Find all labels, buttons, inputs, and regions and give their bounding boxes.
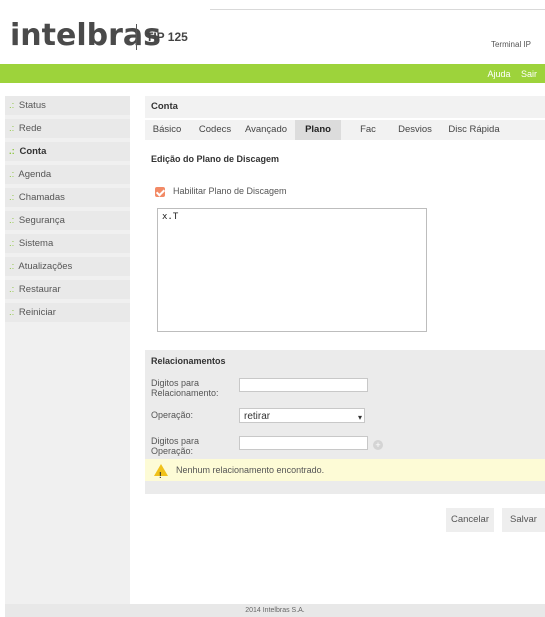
- chevron-down-icon: ▾: [357, 413, 362, 422]
- sidebar-item-label: Atualizações: [18, 261, 73, 272]
- sidebar-item-status[interactable]: .: Status: [5, 96, 130, 115]
- sidebar-item-label: Reiniciar: [18, 307, 56, 318]
- sidebar-item-agenda[interactable]: .: Agenda: [5, 165, 130, 184]
- tab-avancado[interactable]: Avançado: [241, 120, 291, 140]
- sidebar: .: Status .: Rede .: Conta .: Agenda .: …: [5, 96, 130, 604]
- sidebar-item-label: Sistema: [18, 238, 54, 249]
- enable-dial-plan-label: Habilitar Plano de Discagem: [173, 186, 287, 196]
- top-border-line: [210, 9, 545, 10]
- operation-digits-label: Digitos para Operação:: [151, 436, 200, 456]
- tab-disc-rapida[interactable]: Disc Rápida: [445, 120, 503, 140]
- relation-digits-label: Digitos para Relacionamento:: [151, 378, 219, 398]
- tab-fac[interactable]: Fac: [355, 120, 381, 140]
- relation-digits-input[interactable]: [239, 378, 368, 392]
- sidebar-bullet: .:: [9, 169, 15, 180]
- sidebar-item-seguranca[interactable]: .: Segurança: [5, 211, 130, 230]
- intelbras-logo: intelbras: [10, 18, 161, 53]
- sidebar-item-label: Chamadas: [18, 192, 65, 203]
- sidebar-item-sistema[interactable]: .: Sistema: [5, 234, 130, 253]
- operation-select-value: retirar: [244, 411, 271, 422]
- sidebar-bullet: .:: [9, 100, 15, 111]
- sidebar-bullet: .:: [9, 238, 15, 249]
- sidebar-item-label: Conta: [19, 146, 47, 157]
- sidebar-item-reiniciar[interactable]: .: Reiniciar: [5, 303, 130, 322]
- enable-dial-plan-checkbox[interactable]: [155, 186, 165, 197]
- dial-plan-textarea[interactable]: x.T: [157, 208, 427, 332]
- save-button[interactable]: Salvar: [502, 508, 545, 532]
- sidebar-bullet: .:: [9, 215, 15, 226]
- operation-label: Operação:: [151, 410, 194, 420]
- sidebar-item-rede[interactable]: .: Rede: [5, 119, 130, 138]
- sidebar-bullet: .:: [9, 284, 15, 295]
- sidebar-item-label: Rede: [18, 123, 42, 134]
- sidebar-bullet: .:: [9, 307, 15, 318]
- main-content: Conta Básico Codecs Avançado Plano Fac D…: [145, 96, 545, 494]
- sidebar-bullet: .:: [9, 261, 15, 272]
- sidebar-item-chamadas[interactable]: .: Chamadas: [5, 188, 130, 207]
- tab-basico[interactable]: Básico: [149, 120, 185, 140]
- warning-text: Nenhum relacionamento encontrado.: [176, 465, 325, 475]
- tab-desvios[interactable]: Desvios: [395, 120, 435, 140]
- tab-codecs[interactable]: Codecs: [197, 120, 233, 140]
- sidebar-item-atualizacoes[interactable]: .: Atualizações: [5, 257, 130, 276]
- model-name: TIP 125: [146, 30, 188, 44]
- dial-plan-title: Edição do Plano de Discagem: [151, 154, 280, 164]
- add-relation-icon[interactable]: +: [373, 440, 383, 450]
- sidebar-item-label: Restaurar: [18, 284, 61, 295]
- sidebar-item-restaurar[interactable]: .: Restaurar: [5, 280, 130, 299]
- section-title: Conta: [145, 96, 545, 118]
- tab-plano[interactable]: Plano: [295, 120, 341, 140]
- header-subtitle: Terminal IP: [490, 40, 531, 49]
- logo-separator: [136, 24, 137, 50]
- enable-dial-plan-row: Habilitar Plano de Discagem: [155, 186, 287, 197]
- sidebar-bullet: .:: [9, 123, 15, 134]
- relations-panel: Relacionamentos Digitos para Relacioname…: [145, 350, 545, 494]
- sidebar-item-label: Agenda: [18, 169, 52, 180]
- logout-link[interactable]: Sair: [521, 69, 537, 79]
- cancel-button[interactable]: Cancelar: [446, 508, 494, 532]
- tab-bar: Básico Codecs Avançado Plano Fac Desvios…: [145, 120, 545, 140]
- sidebar-item-label: Status: [18, 100, 46, 111]
- operation-select[interactable]: retirar ▾: [239, 408, 365, 423]
- top-nav-bar: Ajuda Sair: [0, 64, 545, 83]
- sidebar-item-conta[interactable]: .: Conta: [5, 142, 130, 161]
- sidebar-item-label: Segurança: [18, 215, 65, 226]
- footer: 2014 Intelbras S.A.: [5, 604, 545, 617]
- operation-digits-input[interactable]: [239, 436, 368, 450]
- help-link[interactable]: Ajuda: [487, 69, 510, 79]
- sidebar-bullet: .:: [9, 192, 15, 203]
- relations-title: Relacionamentos: [151, 356, 226, 366]
- sidebar-bullet: .:: [9, 146, 15, 157]
- empty-relations-warning: Nenhum relacionamento encontrado.: [145, 459, 545, 487]
- warning-icon: [154, 464, 168, 487]
